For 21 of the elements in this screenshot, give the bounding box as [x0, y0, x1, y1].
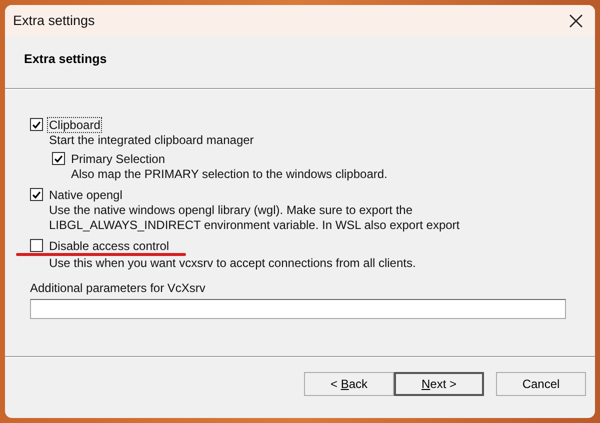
window-title: Extra settings: [13, 13, 95, 28]
parameters-field[interactable]: [30, 299, 566, 319]
checkbox-label[interactable]: Primary Selection: [69, 150, 168, 166]
checkbox-label[interactable]: Disable access control: [47, 238, 172, 254]
option-description: Use this when you want vcxsrv to accept connections from all clients.: [49, 256, 417, 271]
page-heading: Extra settings: [24, 52, 107, 66]
option-description: Use the native windows opengl library (wgl). Make sure to export the: [49, 203, 414, 218]
checkbox-label[interactable]: Native opengl: [47, 186, 124, 202]
field-label: Additional parameters for VcXsrv: [30, 281, 206, 296]
checkbox-label[interactable]: Clipboard: [47, 116, 102, 132]
checkbox[interactable]: [30, 188, 43, 201]
wizard-button[interactable]: Next >: [394, 372, 484, 396]
checkbox[interactable]: [30, 118, 43, 131]
option-description: LIBGL_ALWAYS_INDIRECT environment variable. In WSL also export export: [49, 218, 461, 233]
wizard-button[interactable]: < Back: [304, 372, 394, 396]
option-description: Start the integrated clipboard manager: [49, 133, 255, 148]
option-description: Also map the PRIMARY selection to the windows clipboard.: [71, 167, 388, 182]
checkbox[interactable]: [30, 239, 43, 252]
checkbox[interactable]: [52, 152, 65, 165]
wizard-button[interactable]: Cancel: [496, 372, 586, 396]
close-icon[interactable]: [569, 14, 583, 28]
